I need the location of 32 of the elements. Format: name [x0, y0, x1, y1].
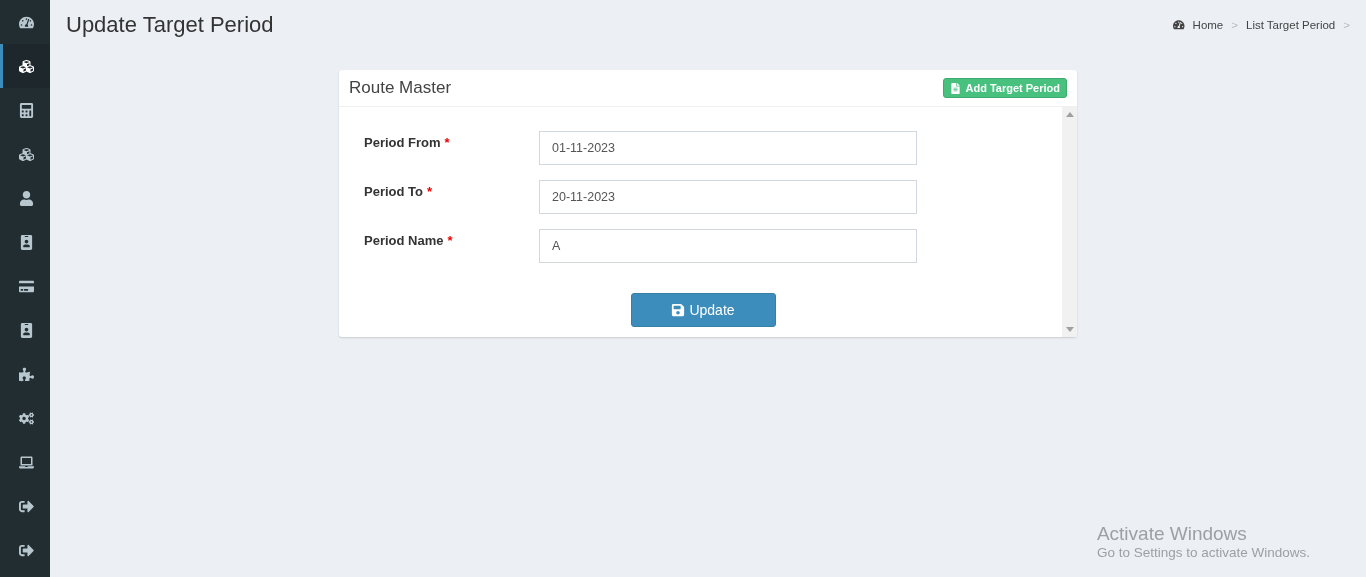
badge-icon — [19, 234, 34, 250]
laptop-icon — [19, 454, 34, 470]
gauge-icon — [19, 14, 34, 30]
input-field[interactable]: A — [539, 229, 917, 263]
field-label: Period To * — [364, 183, 434, 199]
breadcrumb-link[interactable]: Home — [1192, 19, 1224, 31]
activation-text: Go to Settings to activate Windows. — [1096, 545, 1310, 560]
activation-title: Activate Windows — [1096, 523, 1248, 545]
input-field[interactable]: 20-11-2023 — [539, 180, 917, 214]
save-icon — [671, 303, 686, 317]
logout-icon — [19, 542, 34, 558]
credit-card-icon — [19, 278, 34, 294]
logout-icon — [19, 498, 34, 514]
field-label: Period Name * — [364, 232, 454, 248]
user-icon — [19, 190, 34, 206]
update-button[interactable]: Update — [630, 293, 776, 327]
calculator-icon — [19, 102, 34, 118]
puzzle-icon — [19, 366, 34, 382]
cubes-icon — [19, 58, 34, 74]
settings-icon — [19, 410, 34, 426]
field-label: Period From * — [364, 134, 451, 150]
gauge-icon — [1173, 19, 1185, 31]
badge-icon — [19, 322, 34, 338]
page-title: Update Target Period — [66, 12, 274, 38]
sidebar-item[interactable] — [0, 44, 50, 88]
breadcrumb-separator: > — [1231, 19, 1238, 31]
cubes-icon — [19, 146, 34, 162]
input-field[interactable]: 01-11-2023 — [539, 131, 917, 165]
document-icon — [950, 82, 962, 94]
card-title: Route Master — [349, 78, 452, 98]
breadcrumb-link[interactable]: List Target Period — [1246, 19, 1336, 31]
breadcrumb-separator: > — [1343, 19, 1350, 31]
